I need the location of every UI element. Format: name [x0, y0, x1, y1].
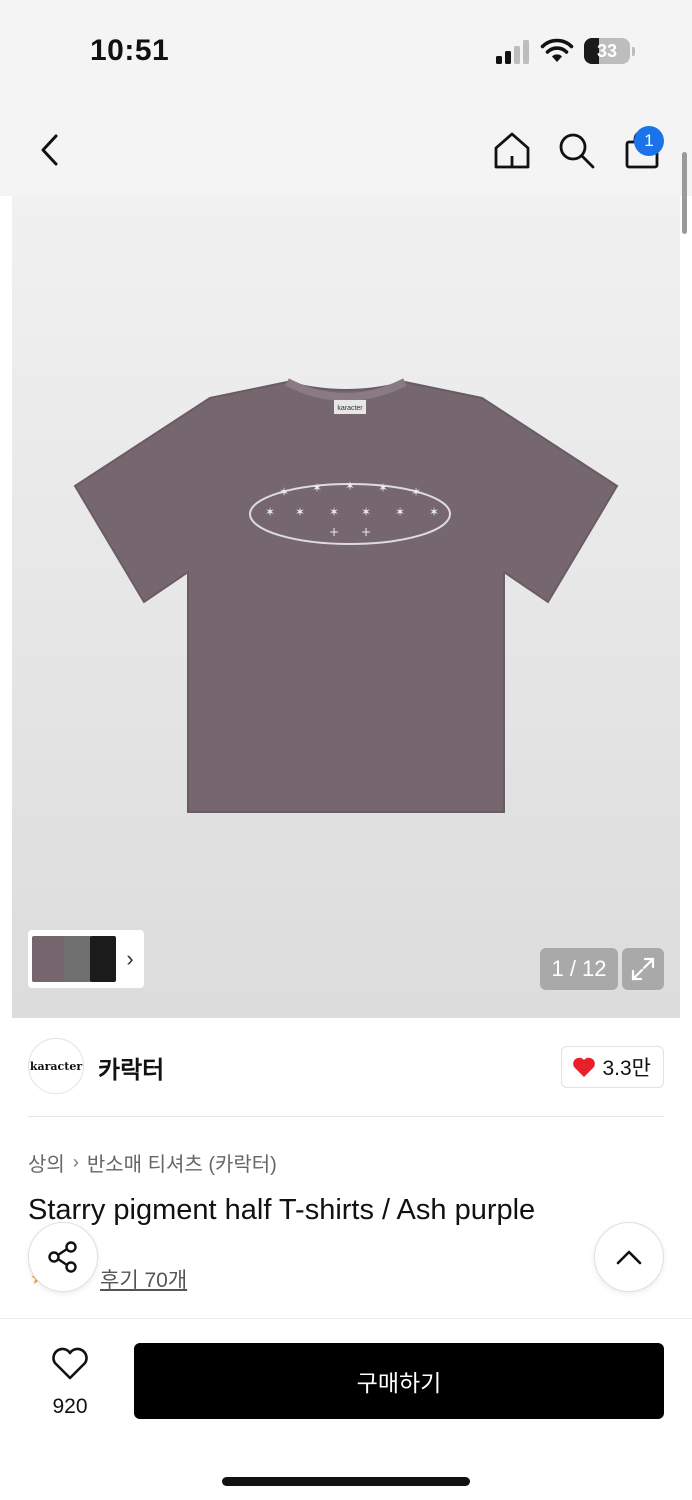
product-image-tshirt: karacter ✶ ✶ ✶ ✶ ✶ ✶ ✶ ✶ ✶ ✶ ✶ + +: [73, 378, 619, 813]
svg-text:+: +: [361, 525, 371, 539]
home-indicator: [222, 1477, 470, 1486]
svg-text:✶: ✶: [345, 479, 355, 493]
scroll-to-top-button[interactable]: [594, 1222, 664, 1292]
product-detail-page: 10:51 33 1 karacter ✶ ✶ ✶ ✶ ✶ ✶ ✶ ✶ ✶ ✶ …: [0, 0, 692, 1500]
review-count-link[interactable]: 후기 70개: [100, 1264, 187, 1294]
thumbnail-gray[interactable]: [64, 936, 92, 982]
svg-text:✶: ✶: [429, 505, 439, 519]
svg-text:✶: ✶: [378, 481, 388, 495]
breadcrumb-category[interactable]: 상의: [28, 1148, 65, 1177]
scrollbar-thumb[interactable]: [682, 152, 687, 234]
svg-text:✶: ✶: [361, 505, 371, 519]
svg-text:✶: ✶: [411, 485, 421, 499]
share-icon: [48, 1241, 77, 1273]
heart-filled-icon: [573, 1057, 596, 1077]
svg-text:✶: ✶: [279, 485, 289, 499]
cellular-signal-icon: [496, 40, 529, 64]
product-image-gallery[interactable]: karacter ✶ ✶ ✶ ✶ ✶ ✶ ✶ ✶ ✶ ✶ ✶ + + › 1 / 12: [12, 196, 680, 1018]
wishlist-count: 920: [52, 1395, 88, 1418]
product-title: Starry pigment half T-shirts / Ash purpl…: [28, 1194, 536, 1226]
search-icon: [559, 133, 595, 169]
cart-count-badge: 1: [634, 126, 664, 156]
share-button[interactable]: [28, 1222, 98, 1292]
chevron-right-icon: ›: [72, 1152, 79, 1172]
battery-icon: 33: [584, 38, 636, 66]
heart-outline-icon: [52, 1347, 88, 1380]
thumbnail-next-chevron-icon[interactable]: ›: [120, 944, 140, 974]
battery-level: 33: [596, 41, 618, 61]
image-page-indicator: 1 / 12: [540, 948, 618, 990]
brand-logo[interactable]: karacter: [28, 1038, 84, 1094]
bottom-purchase-bar: 920 구매하기: [0, 1318, 692, 1500]
svg-text:✶: ✶: [395, 505, 405, 519]
top-nav-bar: 1: [0, 100, 692, 196]
breadcrumb: 상의 › 반소매 티셔츠 (카락터): [28, 1148, 277, 1177]
brand-row[interactable]: karacter 카락터 3.3만: [28, 1036, 664, 1098]
wifi-icon: [540, 38, 574, 62]
home-icon: [494, 132, 530, 169]
svg-text:✶: ✶: [312, 481, 322, 495]
chevron-up-icon: [616, 1250, 642, 1265]
brand-like-count: 3.3만: [602, 1057, 651, 1080]
breadcrumb-subcategory[interactable]: 반소매 티셔츠 (카락터): [87, 1148, 277, 1177]
brand-like-button[interactable]: 3.3만: [561, 1046, 664, 1088]
back-button[interactable]: [26, 126, 74, 174]
thumbnail-strip[interactable]: ›: [28, 930, 144, 988]
brand-name[interactable]: 카락터: [98, 1050, 164, 1085]
svg-text:+: +: [329, 525, 339, 539]
svg-text:✶: ✶: [265, 505, 275, 519]
section-divider: [28, 1116, 664, 1117]
expand-icon: [631, 957, 655, 981]
buy-button[interactable]: 구매하기: [134, 1343, 664, 1419]
status-bar: 10:51 33: [0, 0, 692, 100]
search-button[interactable]: [552, 126, 600, 174]
svg-text:✶: ✶: [329, 505, 339, 519]
svg-text:✶: ✶: [295, 505, 305, 519]
expand-image-button[interactable]: [622, 948, 664, 990]
shirt-tag-label: karacter: [337, 405, 363, 412]
home-button[interactable]: [488, 126, 536, 174]
thumbnail-black[interactable]: [90, 936, 116, 982]
wishlist-button[interactable]: 920: [30, 1343, 110, 1423]
chevron-left-icon: [41, 134, 58, 166]
status-time: 10:51: [90, 34, 170, 67]
